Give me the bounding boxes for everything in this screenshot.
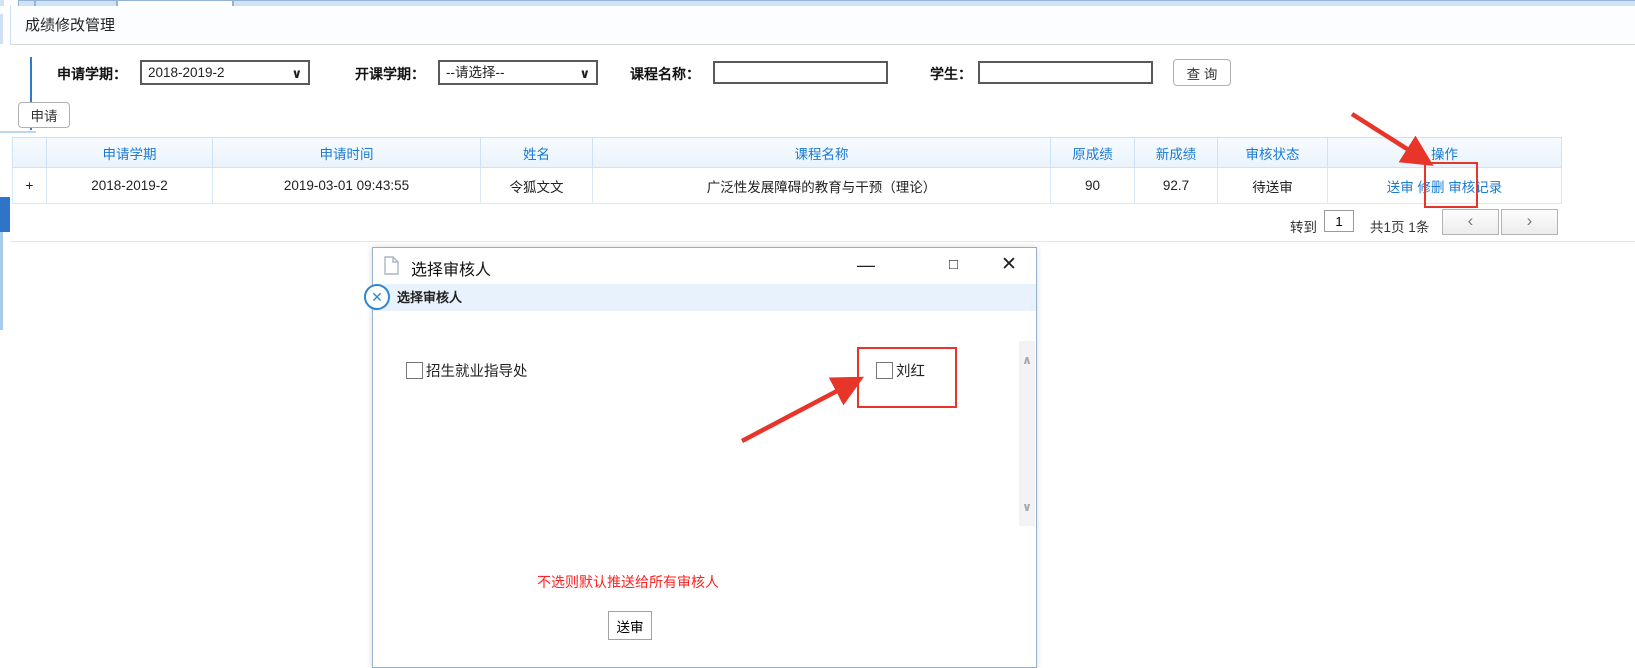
reviewer-label: 刘红: [896, 360, 925, 381]
cell-course-name: 广泛性发展障碍的教育与干预（理论）: [593, 168, 1051, 204]
apply-button[interactable]: 申请: [18, 102, 70, 128]
review-record-link[interactable]: 审核记录: [1448, 180, 1502, 195]
expand-row-icon[interactable]: +: [13, 168, 47, 204]
submit-review-button[interactable]: 送审: [608, 611, 652, 640]
cell-apply-time: 2019-03-01 09:43:55: [213, 168, 481, 204]
reviewer-item-office[interactable]: 招生就业指导处: [406, 360, 876, 381]
dialog-close-circle-icon[interactable]: ✕: [364, 284, 390, 310]
col-expand: [13, 138, 47, 168]
dialog-title: 选择审核人: [411, 256, 491, 280]
next-page-button[interactable]: ›: [1501, 209, 1558, 235]
grade-modify-table: 申请学期 申请时间 姓名 课程名称 原成绩 新成绩 审核状态 操作 + 2018…: [12, 137, 1562, 204]
apply-term-label: 申请学期：: [57, 64, 127, 84]
reviewer-list: 招生就业指导处 刘红: [406, 360, 1346, 381]
page-summary: 共1页 1条: [1370, 216, 1429, 236]
dialog-titlebar[interactable]: 选择审核人 — □ ✕: [373, 248, 1036, 284]
reviewer-label: 招生就业指导处: [426, 360, 528, 381]
sidebar-fragment: [0, 131, 36, 133]
col-apply-term: 申请学期: [47, 138, 213, 168]
page-title: 成绩修改管理: [25, 14, 115, 35]
page-number-input[interactable]: [1324, 210, 1354, 232]
dialog-header-title: 选择审核人: [397, 284, 462, 311]
student-label: 学生：: [930, 64, 972, 84]
col-name: 姓名: [481, 138, 593, 168]
goto-label: 转到: [1290, 216, 1317, 236]
checkbox-liuhong[interactable]: [876, 362, 893, 379]
chevron-right-icon: ›: [1527, 211, 1533, 230]
cell-status: 待送审: [1218, 168, 1328, 204]
chevron-down-icon: ∨: [579, 63, 590, 84]
cell-apply-term: 2018-2019-2: [47, 168, 213, 204]
cell-actions: 送审 修删 审核记录: [1328, 168, 1562, 204]
dialog-note: 不选则默认推送给所有审核人: [537, 572, 719, 592]
col-status: 审核状态: [1218, 138, 1328, 168]
maximize-icon[interactable]: □: [949, 255, 958, 275]
col-old-score: 原成绩: [1051, 138, 1135, 168]
apply-term-value: 2018-2019-2: [148, 65, 225, 80]
send-review-link[interactable]: 送审: [1387, 180, 1414, 195]
open-term-label: 开课学期：: [355, 64, 425, 84]
tab-stub: [0, 0, 4, 6]
sidebar-fragment: [0, 232, 3, 330]
course-name-input[interactable]: [713, 61, 888, 84]
title-panel: [10, 6, 1635, 44]
dialog-header: ✕ 选择审核人: [373, 284, 1036, 311]
reviewer-item-liuhong[interactable]: 刘红: [876, 360, 1346, 381]
scrollbar[interactable]: ∧ ∨: [1019, 341, 1035, 526]
col-new-score: 新成绩: [1135, 138, 1218, 168]
cell-new-score: 92.7: [1135, 168, 1218, 204]
grade-modify-page: 成绩修改管理 申请学期： 2018-2019-2 ∨ 开课学期： --请选择--…: [0, 0, 1635, 668]
modify-delete-link[interactable]: 修删: [1418, 180, 1445, 195]
course-name-label: 课程名称：: [630, 64, 700, 84]
minimize-icon[interactable]: —: [857, 255, 875, 275]
prev-page-button[interactable]: ‹: [1442, 209, 1499, 235]
apply-term-select[interactable]: 2018-2019-2 ∨: [140, 60, 310, 85]
scroll-down-icon[interactable]: ∨: [1022, 500, 1032, 514]
table-row: + 2018-2019-2 2019-03-01 09:43:55 令狐文文 广…: [13, 168, 1562, 204]
chevron-down-icon: ∨: [291, 63, 302, 84]
select-reviewer-dialog: 选择审核人 — □ ✕ ✕ 选择审核人 招生就业指导处 刘红 ∧ ∨ 不选则默认…: [372, 247, 1037, 668]
open-term-value: --请选择--: [446, 65, 504, 80]
sidebar-fragment: [0, 14, 3, 44]
open-term-select[interactable]: --请选择-- ∨: [438, 60, 598, 85]
col-apply-time: 申请时间: [213, 138, 481, 168]
col-course: 课程名称: [593, 138, 1051, 168]
sidebar-fragment: [0, 197, 10, 232]
scroll-up-icon[interactable]: ∧: [1022, 353, 1032, 367]
close-icon[interactable]: ✕: [1001, 255, 1017, 275]
table-header-row: 申请学期 申请时间 姓名 课程名称 原成绩 新成绩 审核状态 操作: [13, 138, 1562, 168]
cell-student-name: 令狐文文: [481, 168, 593, 204]
cell-old-score: 90: [1051, 168, 1135, 204]
student-input[interactable]: [978, 61, 1153, 84]
divider: [10, 241, 1635, 242]
document-icon: [384, 256, 399, 280]
divider: [10, 44, 1635, 45]
chevron-left-icon: ‹: [1468, 211, 1474, 230]
checkbox-office[interactable]: [406, 362, 423, 379]
col-actions: 操作: [1328, 138, 1562, 168]
search-button[interactable]: 查 询: [1173, 59, 1231, 86]
